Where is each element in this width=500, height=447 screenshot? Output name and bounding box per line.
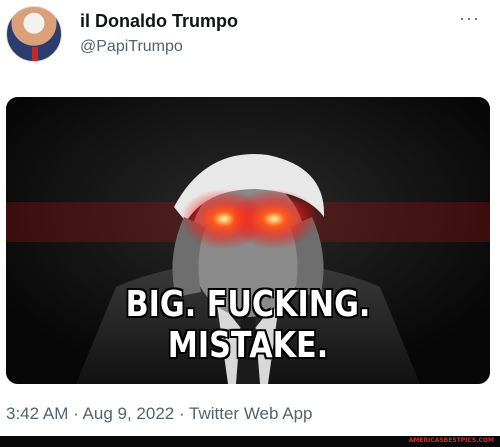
bottom-strip: AMERICASBESTPICS.COM [0,436,500,447]
more-options-icon[interactable]: ··· [459,8,480,29]
avatar-tie [32,47,38,61]
tweet-timestamp[interactable]: 3:42 AM · Aug 9, 2022 · Twitter Web App [6,404,313,424]
watermark: AMERICASBESTPICS.COM [408,437,494,444]
meme-caption: BIG. FUCKING. MISTAKE. [125,284,371,366]
tweet-header: il Donaldo Trumpo @PapiTrumpo ··· [0,0,500,70]
display-name[interactable]: il Donaldo Trumpo [80,11,238,32]
user-handle[interactable]: @PapiTrumpo [80,38,183,56]
tweet-media-image[interactable]: BIG. FUCKING. MISTAKE. [6,97,490,384]
avatar[interactable] [6,6,62,62]
right-eye-glow [230,189,318,249]
